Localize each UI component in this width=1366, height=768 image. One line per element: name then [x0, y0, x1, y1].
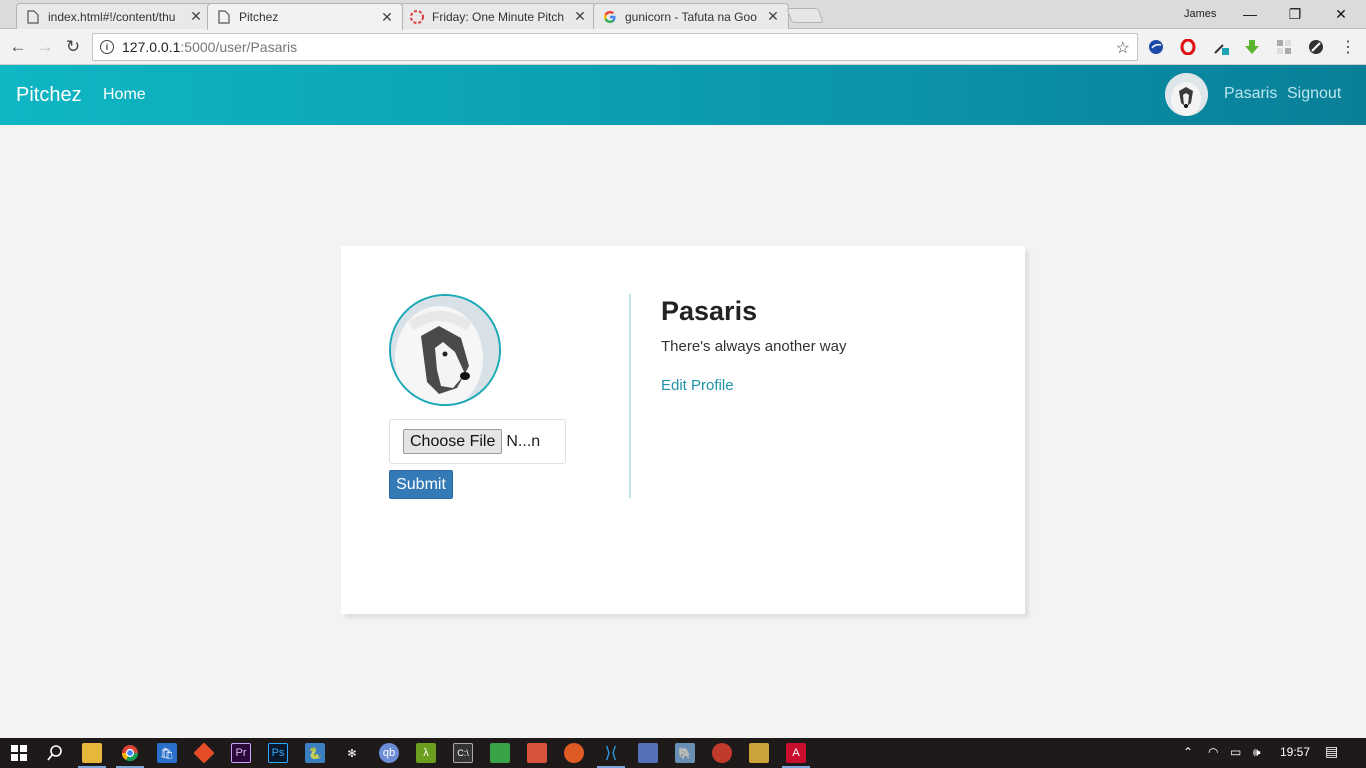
taskbar-app-icon[interactable]	[638, 743, 658, 763]
page-icon	[25, 9, 41, 25]
browser-profile-name[interactable]: James	[1184, 8, 1216, 20]
new-tab-button[interactable]	[786, 8, 824, 23]
info-icon[interactable]: i	[100, 40, 114, 54]
battery-icon[interactable]: ▭	[1230, 745, 1241, 759]
bookmark-star-icon[interactable]: ☆	[1116, 38, 1130, 58]
extension-globe-icon[interactable]	[1147, 38, 1165, 56]
wifi-icon[interactable]: ◠	[1208, 745, 1218, 759]
page-icon	[216, 9, 232, 25]
postman-icon[interactable]	[564, 743, 584, 763]
filezilla-icon[interactable]	[712, 743, 732, 763]
eyedropper-icon[interactable]	[1212, 38, 1230, 56]
profile-card: Choose File N...n Submit Pasaris There's…	[341, 246, 1025, 614]
download-icon[interactable]	[1243, 38, 1261, 56]
loading-icon	[409, 9, 425, 25]
url-host: 127.0.0.1	[122, 39, 181, 55]
file-name-text: N...n	[506, 432, 541, 450]
store-icon[interactable]: 🛍	[157, 743, 177, 763]
close-window-icon[interactable]: ✕	[1326, 4, 1356, 24]
python-icon[interactable]: 🐍	[305, 743, 325, 763]
google-icon	[602, 9, 618, 25]
premiere-icon[interactable]: Pr	[231, 743, 251, 763]
vscode-icon[interactable]: ⟩⟨	[601, 743, 621, 763]
profile-bio: There's always another way	[661, 338, 847, 355]
opera-icon[interactable]	[1179, 38, 1197, 56]
vertical-divider	[629, 294, 631, 498]
postgres-icon[interactable]: 🐘	[675, 743, 695, 763]
tab-gunicorn[interactable]: gunicorn - Tafuta na Goo ✕	[593, 3, 789, 29]
tab-title: index.html#!/content/thu	[48, 9, 176, 24]
profile-username: Pasaris	[661, 296, 758, 326]
brand-link[interactable]: Pitchez	[16, 84, 82, 107]
close-icon[interactable]: ✕	[573, 8, 587, 25]
file-upload-field[interactable]: Choose File N...n	[389, 419, 566, 464]
close-icon[interactable]: ✕	[189, 8, 203, 25]
qbittorrent-icon[interactable]: qb	[379, 743, 399, 763]
tab-friday[interactable]: Friday: One Minute Pitch ✕	[400, 3, 596, 29]
reload-icon[interactable]: ↻	[63, 37, 83, 57]
sublime-icon[interactable]	[527, 743, 547, 763]
edit-profile-link[interactable]: Edit Profile	[661, 377, 734, 394]
url-path: :5000/user/Pasaris	[180, 39, 298, 55]
windows-start-icon[interactable]	[9, 743, 29, 763]
git-icon[interactable]	[193, 742, 215, 764]
screen: index.html#!/content/thu ✕ Pitchez ✕ Fri…	[0, 0, 1366, 768]
tab-title: Friday: One Minute Pitch	[432, 9, 565, 24]
lambda-icon[interactable]: λ	[416, 743, 436, 763]
acrobat-icon[interactable]: A	[786, 743, 806, 763]
windows-taskbar: 🛍 Pr Ps 🐍 ✻ qb λ C:\ ⟩⟨ 🐘 A ⌃ ◠ ▭ 🕪 19:5…	[0, 738, 1366, 768]
close-icon[interactable]: ✕	[380, 9, 394, 26]
back-arrow-icon[interactable]: ←	[8, 37, 28, 57]
forward-arrow-icon[interactable]: →	[35, 37, 55, 57]
minimize-icon[interactable]: —	[1235, 4, 1265, 24]
address-bar[interactable]: i 127.0.0.1:5000/user/Pasaris ☆	[92, 33, 1138, 61]
browser-tab-strip: index.html#!/content/thu ✕ Pitchez ✕ Fri…	[0, 0, 1366, 30]
restore-icon[interactable]: ❐	[1280, 4, 1310, 24]
tab-title: Pitchez	[239, 10, 279, 24]
taskbar-app-icon-2[interactable]	[749, 743, 769, 763]
avatar[interactable]	[1165, 73, 1208, 116]
file-explorer-icon[interactable]	[82, 743, 102, 763]
close-icon[interactable]: ✕	[766, 8, 780, 25]
tab-pitchez[interactable]: Pitchez ✕	[207, 3, 403, 30]
browser-toolbar: ← → ↻ i 127.0.0.1:5000/user/Pasaris ☆ ⋮	[0, 29, 1366, 65]
chevron-up-icon[interactable]: ⌃	[1183, 745, 1193, 759]
choose-file-button[interactable]: Choose File	[403, 429, 503, 454]
menu-kebab-icon[interactable]: ⋮	[1339, 38, 1357, 56]
site-navbar: Pitchez Home Pasaris Signout	[0, 65, 1366, 125]
server-icon[interactable]	[490, 743, 510, 763]
nav-signout-link[interactable]: Signout	[1287, 85, 1341, 103]
notification-icon[interactable]: ▤	[1325, 743, 1338, 760]
submit-button[interactable]: Submit	[389, 470, 453, 499]
nav-user-link[interactable]: Pasaris	[1224, 85, 1277, 103]
tab-title: gunicorn - Tafuta na Goo	[625, 9, 757, 24]
photoshop-icon[interactable]: Ps	[268, 743, 288, 763]
slack-icon[interactable]: ✻	[342, 743, 362, 763]
grid-extension-icon[interactable]	[1275, 38, 1293, 56]
chrome-icon[interactable]	[120, 743, 140, 763]
tab-index[interactable]: index.html#!/content/thu ✕	[16, 3, 212, 29]
search-icon[interactable]	[45, 743, 65, 763]
blocker-icon[interactable]	[1307, 38, 1325, 56]
nav-home-link[interactable]: Home	[103, 86, 146, 104]
terminal-icon[interactable]: C:\	[453, 743, 473, 763]
profile-picture	[389, 294, 501, 406]
volume-icon[interactable]: 🕪	[1253, 745, 1261, 760]
taskbar-clock[interactable]: 19:57	[1280, 745, 1310, 759]
